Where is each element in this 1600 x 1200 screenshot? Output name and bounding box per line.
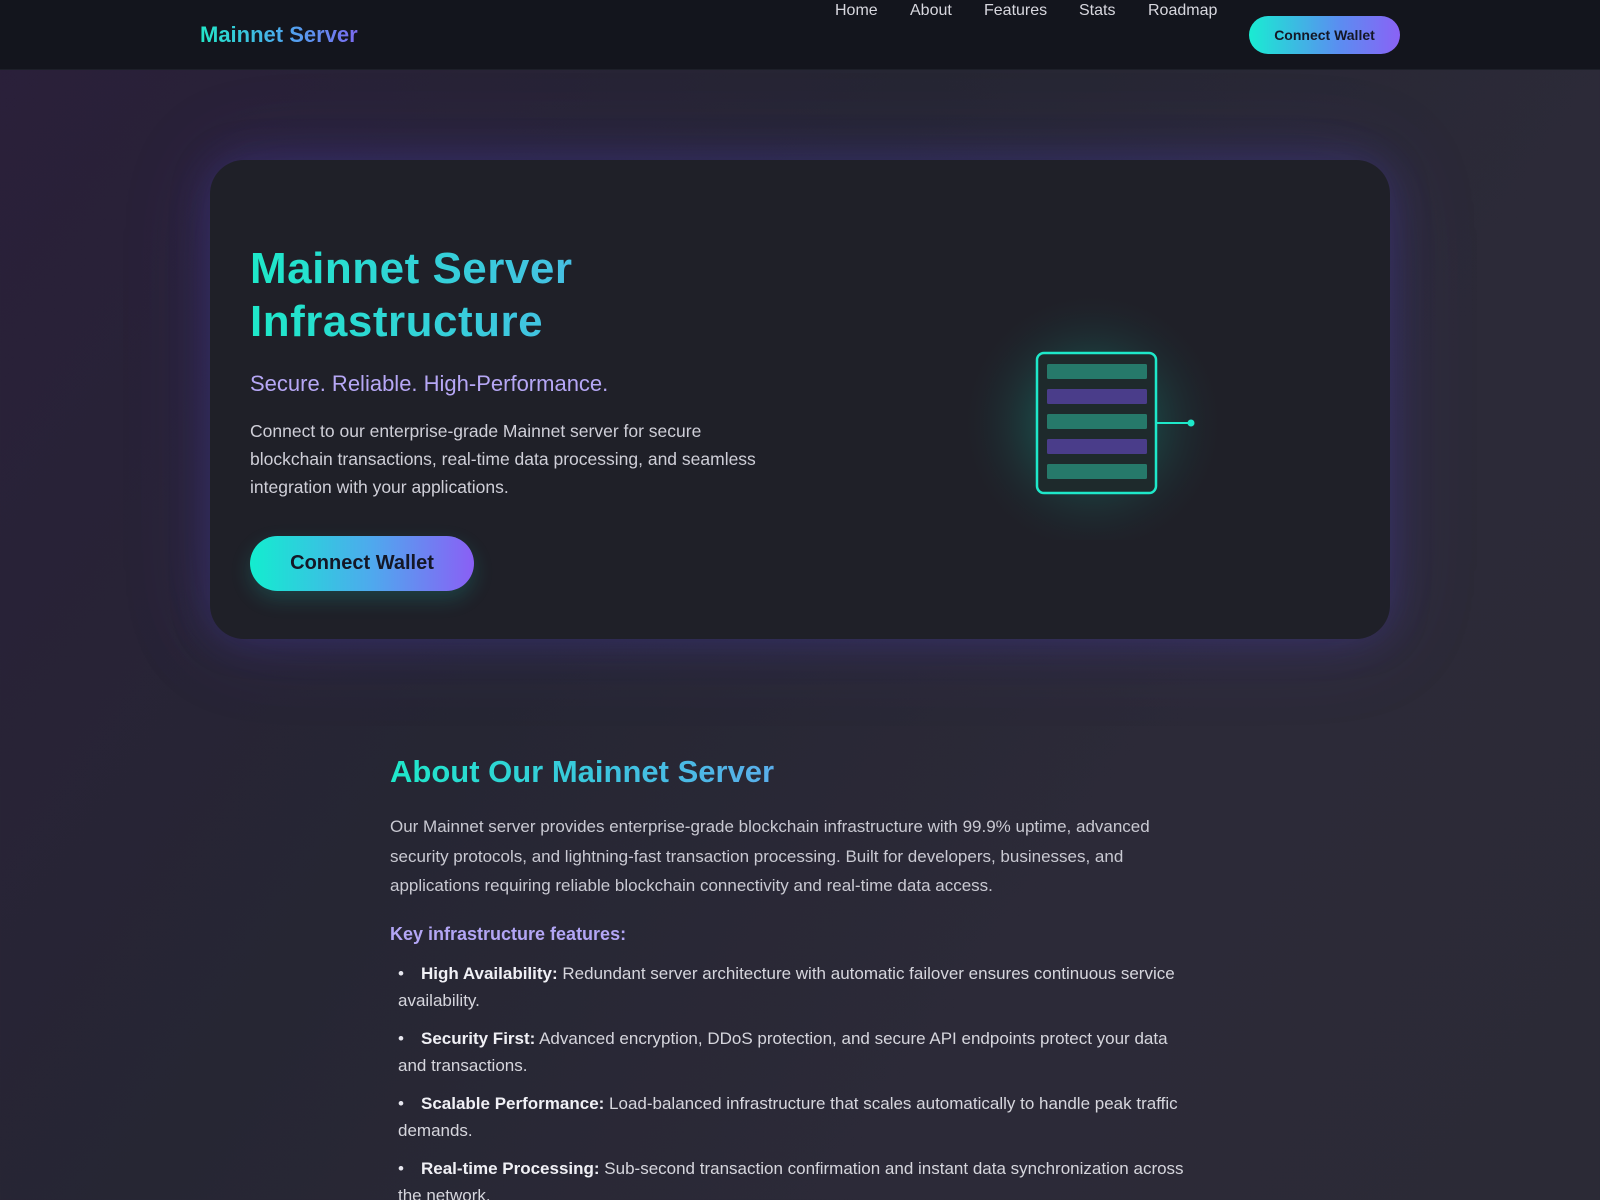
feature-name: High Availability:	[421, 963, 558, 983]
server-connector-dot	[1187, 419, 1195, 427]
server-slot	[1047, 414, 1147, 429]
about-title: About Our Mainnet Server	[390, 752, 774, 792]
nav-link-home[interactable]: Home	[835, 0, 878, 22]
hero-description: Connect to our enterprise-grade Mainnet …	[250, 421, 756, 497]
server-slot	[1047, 439, 1147, 454]
bullet-icon: •	[398, 1158, 404, 1178]
features-heading: Key infrastructure features:	[390, 923, 627, 944]
nav-connect-wallet-button[interactable]: Connect Wallet	[1249, 16, 1400, 54]
feature-item: • Scalable Performance: Load-balanced inf…	[390, 1090, 1210, 1144]
nav-link-about[interactable]: About	[910, 0, 952, 22]
hero-tagline: Secure. Reliable. High-Performance.	[250, 371, 609, 396]
server-slot	[1047, 389, 1147, 404]
about-section: About Our Mainnet Server Our Mainnet ser…	[390, 752, 1210, 1200]
nav-link-stats[interactable]: Stats	[1079, 0, 1115, 22]
server-slot	[1047, 364, 1147, 379]
hero-title-line1: Mainnet Server	[250, 244, 573, 293]
feature-item: • Security First: Advanced encryption, DD…	[390, 1025, 1210, 1079]
feature-name: Real-time Processing:	[421, 1158, 600, 1178]
hero-card: Mainnet Server Infrastructure Secure. Re…	[210, 160, 1390, 639]
server-slot	[1047, 464, 1147, 479]
about-text: Our Mainnet server provides enterprise-g…	[390, 817, 1150, 895]
nav-link-roadmap[interactable]: Roadmap	[1148, 0, 1217, 22]
feature-name: Security First:	[421, 1028, 536, 1048]
nav-link-features[interactable]: Features	[984, 0, 1047, 22]
hero-connect-wallet-button[interactable]: Connect Wallet	[250, 536, 474, 591]
brand-logo[interactable]: Mainnet Server	[200, 20, 358, 50]
feature-name: Scalable Performance:	[421, 1093, 605, 1113]
server-rack-icon	[958, 288, 1228, 540]
bullet-icon: •	[398, 1028, 404, 1048]
hero-title: Mainnet Server Infrastructure	[250, 242, 810, 348]
feature-item: • High Availability: Redundant server arc…	[390, 960, 1210, 1014]
feature-list: • High Availability: Redundant server arc…	[390, 960, 1210, 1200]
hero-title-line2: Infrastructure	[250, 297, 544, 346]
bullet-icon: •	[398, 963, 404, 983]
feature-item: • Real-time Processing: Sub-second transa…	[390, 1155, 1210, 1200]
top-navbar: Mainnet Server Home About Features Stats…	[0, 0, 1600, 70]
bullet-icon: •	[398, 1093, 404, 1113]
